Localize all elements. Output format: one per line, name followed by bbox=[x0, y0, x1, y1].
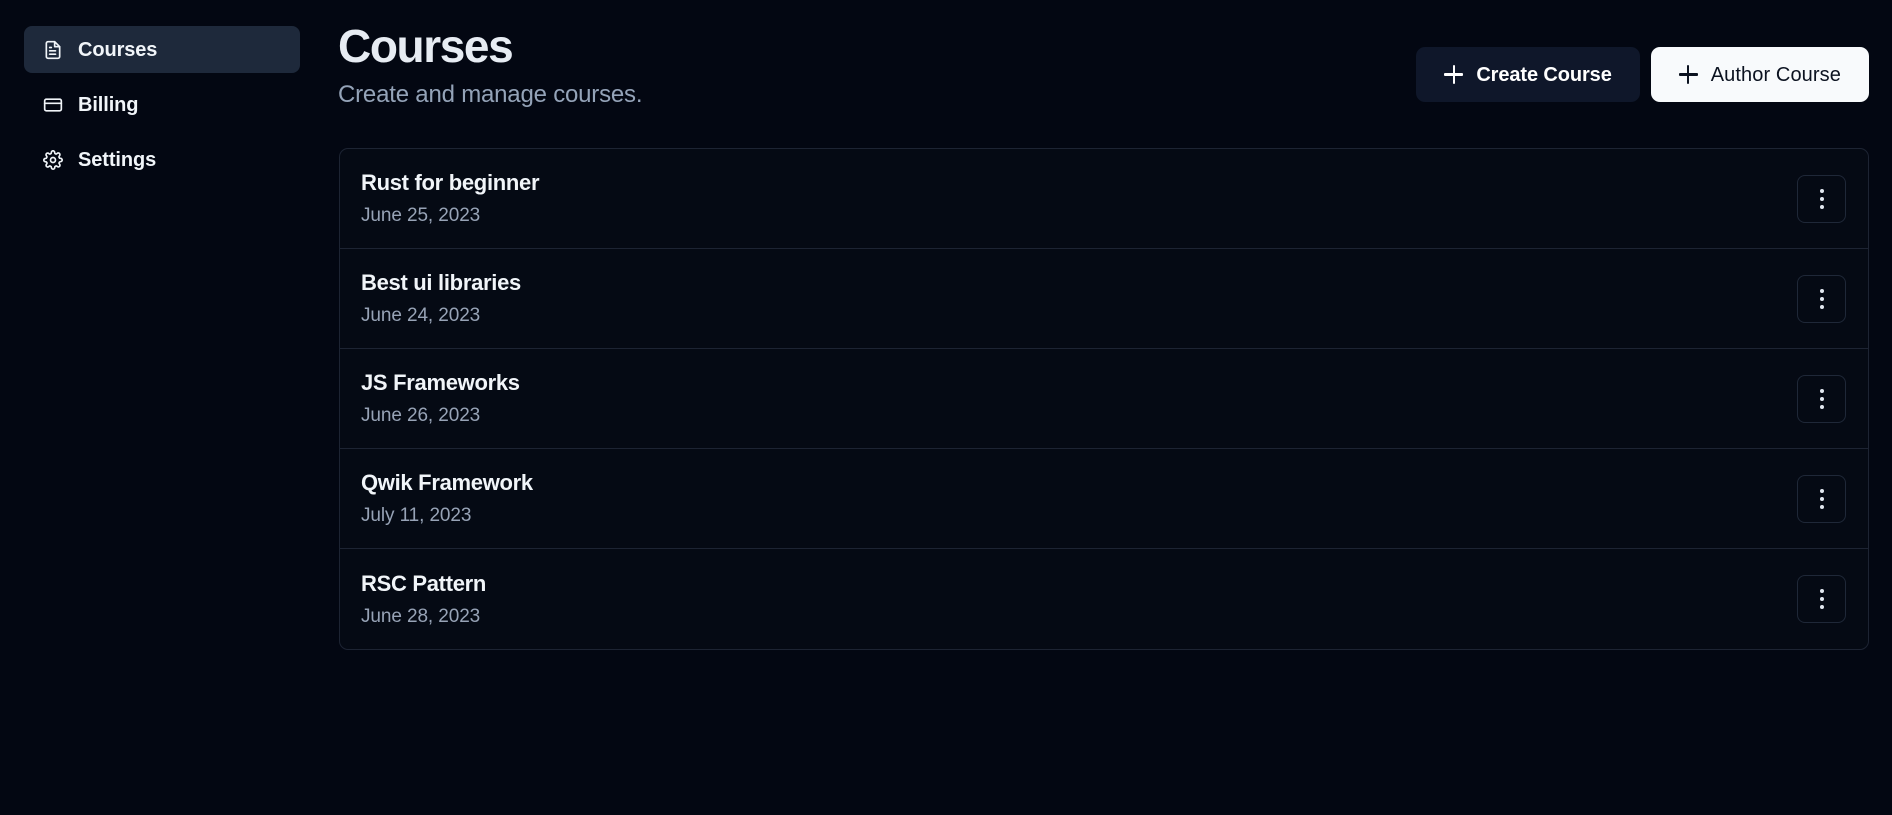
page-header-text: Courses Create and manage courses. bbox=[338, 18, 643, 110]
table-row[interactable]: Best ui libraries June 24, 2023 bbox=[340, 249, 1868, 349]
row-menu-button[interactable] bbox=[1797, 474, 1846, 523]
page-title: Courses bbox=[338, 20, 514, 72]
course-date: June 25, 2023 bbox=[361, 205, 481, 226]
plus-icon bbox=[1678, 65, 1698, 84]
sidebar-item-courses[interactable]: Courses bbox=[24, 26, 300, 73]
table-row[interactable]: Rust for beginner June 25, 2023 bbox=[340, 149, 1868, 249]
more-vertical-icon bbox=[1819, 388, 1824, 393]
course-date: June 28, 2023 bbox=[361, 605, 481, 627]
more-vertical-icon bbox=[1819, 605, 1824, 609]
course-title: JS Frameworks bbox=[361, 370, 520, 395]
row-menu-button[interactable] bbox=[1797, 174, 1846, 223]
course-title: Rust for beginner bbox=[361, 170, 540, 195]
gear-icon bbox=[42, 149, 64, 171]
more-vertical-icon bbox=[1819, 496, 1824, 501]
course-date: June 24, 2023 bbox=[361, 305, 481, 326]
file-text-icon bbox=[42, 39, 64, 61]
more-vertical-icon bbox=[1819, 196, 1824, 201]
create-course-button-label: Create Course bbox=[1476, 63, 1612, 86]
more-vertical-icon bbox=[1819, 204, 1824, 209]
plus-icon bbox=[1444, 65, 1464, 84]
course-info: Best ui libraries June 24, 2023 bbox=[361, 270, 521, 327]
more-vertical-icon bbox=[1819, 597, 1824, 601]
sidebar-item-settings[interactable]: Settings bbox=[24, 136, 300, 183]
main-content: Courses Create and manage courses. Creat… bbox=[324, 0, 1892, 815]
more-vertical-icon bbox=[1819, 304, 1824, 309]
course-info: Rust for beginner June 25, 2023 bbox=[361, 170, 540, 227]
more-vertical-icon bbox=[1819, 488, 1824, 493]
author-course-button[interactable]: Author Course bbox=[1650, 47, 1869, 102]
more-vertical-icon bbox=[1819, 288, 1824, 293]
app-root: Courses Billing Settings Courses Create … bbox=[0, 0, 1892, 815]
course-date: July 11, 2023 bbox=[361, 505, 472, 526]
row-menu-button[interactable] bbox=[1797, 274, 1846, 323]
sidebar-item-billing[interactable]: Billing bbox=[24, 81, 300, 128]
row-menu-button[interactable] bbox=[1797, 575, 1846, 623]
row-menu-button[interactable] bbox=[1797, 374, 1846, 423]
more-vertical-icon bbox=[1819, 404, 1824, 409]
table-row[interactable]: RSC Pattern June 28, 2023 bbox=[340, 549, 1868, 649]
more-vertical-icon bbox=[1819, 396, 1824, 401]
page-subtitle: Create and manage courses. bbox=[338, 81, 643, 108]
sidebar: Courses Billing Settings bbox=[0, 0, 324, 815]
header-actions: Create Course Author Course bbox=[1416, 18, 1869, 102]
course-date: June 26, 2023 bbox=[361, 405, 481, 426]
author-course-button-label: Author Course bbox=[1710, 63, 1841, 86]
sidebar-item-label: Billing bbox=[78, 93, 139, 116]
course-info: JS Frameworks June 26, 2023 bbox=[361, 370, 520, 427]
course-title: Best ui libraries bbox=[361, 270, 521, 295]
course-info: Qwik Framework July 11, 2023 bbox=[361, 470, 533, 527]
more-vertical-icon bbox=[1819, 296, 1824, 301]
table-row[interactable]: Qwik Framework July 11, 2023 bbox=[340, 449, 1868, 549]
create-course-button[interactable]: Create Course bbox=[1416, 47, 1640, 102]
course-title: Qwik Framework bbox=[361, 470, 533, 495]
credit-card-icon bbox=[42, 94, 64, 116]
sidebar-item-label: Courses bbox=[78, 38, 158, 61]
course-list: Rust for beginner June 25, 2023 Best ui … bbox=[339, 148, 1869, 650]
course-title: RSC Pattern bbox=[361, 570, 487, 596]
table-row[interactable]: JS Frameworks June 26, 2023 bbox=[340, 349, 1868, 449]
more-vertical-icon bbox=[1819, 188, 1824, 193]
page-header: Courses Create and manage courses. Creat… bbox=[338, 0, 1869, 110]
more-vertical-icon bbox=[1819, 589, 1824, 593]
more-vertical-icon bbox=[1819, 504, 1824, 509]
course-info: RSC Pattern June 28, 2023 bbox=[361, 571, 486, 628]
sidebar-item-label: Settings bbox=[78, 148, 157, 171]
